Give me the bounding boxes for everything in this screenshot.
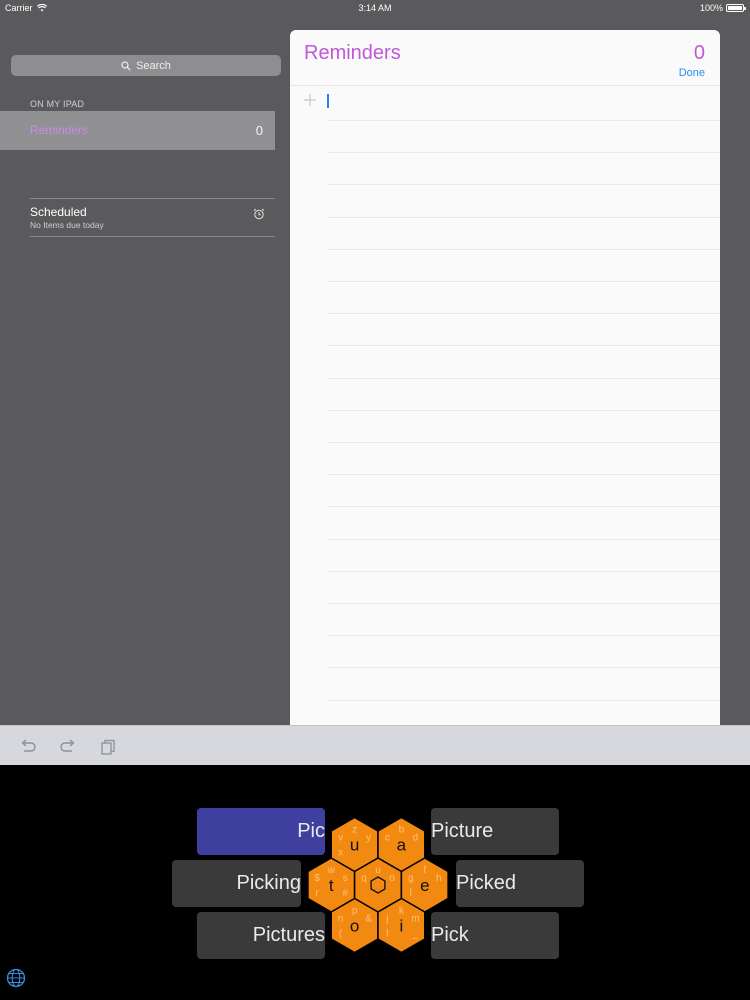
hex-key-alt-char: c [385,833,390,844]
ruled-line [328,378,720,379]
search-placeholder: Search [136,59,171,72]
hex-key-letter: t [329,876,334,895]
shortcut-toolbar [0,725,750,765]
text-cursor [327,94,329,108]
ruled-line [328,217,720,218]
plus-icon[interactable] [302,92,318,108]
hex-key-alt-char: q [361,873,367,884]
hex-key-alt-char: o [389,873,395,884]
hex-key-alt-char: x [338,848,343,859]
globe-icon[interactable] [6,968,26,988]
scheduled-title: Scheduled [30,205,87,219]
list-count: 0 [255,123,263,138]
ruled-line [328,667,720,668]
undo-icon[interactable] [19,739,37,755]
hex-key-alt-char: $ [314,873,320,884]
ruled-line [328,506,720,507]
hex-key-cluster: zv yx ubc daw$ sr #tuq ofg hl epn &(okj ml _i [307,816,449,954]
hex-key-alt-char: f [423,865,426,876]
ruled-line [328,635,720,636]
hex-key-alt-char: z [352,825,357,836]
list-name: Reminders [30,123,89,137]
hex-key-alt-char: v [338,833,343,844]
ruled-line [328,603,720,604]
hex-key-alt-char: # [342,888,348,899]
ruled-line [328,410,720,411]
hex-key-alt-char: l [386,929,388,940]
hex-key-alt-char: b [399,825,405,836]
ruled-line [328,184,720,185]
ruled-line [328,345,720,346]
divider [290,85,720,86]
sidebar-item-scheduled[interactable]: Scheduled No Items due today [30,205,275,235]
reminder-count: 0 [693,42,705,64]
section-header-on-my-ipad: ON MY IPAD [30,99,85,109]
hex-key-letter: e [420,876,429,895]
hex-key-letter: u [350,836,359,855]
hex-key-alt-char: _ [412,929,419,940]
hex-key-alt-char: u [375,865,381,876]
hex-key-alt-char: p [352,906,358,917]
ruled-line [328,571,720,572]
hex-key-alt-char: w [327,865,336,876]
battery-status: 100% [699,3,746,13]
battery-icon [726,4,746,12]
status-time: 3:14 AM [358,3,392,13]
ruled-line [328,249,720,250]
search-icon [121,60,131,71]
hex-key-alt-char: s [343,873,348,884]
ruled-line [328,700,720,701]
alarm-clock-icon [253,208,265,220]
sidebar-item-reminders[interactable]: Reminders 0 [0,111,275,150]
redo-icon[interactable] [59,739,77,755]
ruled-line [328,281,720,282]
status-bar: Carrier 3:14 AM 100% [0,0,750,16]
paste-icon[interactable] [99,739,117,755]
ruled-line [328,474,720,475]
hex-key-letter: a [397,836,407,855]
scheduled-subtitle: No Items due today [30,220,104,230]
ruled-line [328,120,720,121]
battery-percent: 100% [699,3,723,13]
ruled-line [328,442,720,443]
ruled-line [328,539,720,540]
hex-key-letter: i [400,917,404,936]
hex-key-alt-char: m [411,914,419,925]
hex-keyboard: Pic Picking Pictures Picture Picked Pick… [0,765,750,1000]
done-button[interactable]: Done [679,67,705,79]
hex-key-alt-char: & [365,914,372,925]
hex-key-letter: o [350,917,359,936]
hex-key-alt-char: g [408,873,414,884]
divider [30,198,275,199]
divider [30,236,275,237]
search-field[interactable]: Search [11,55,281,76]
hex-key-alt-char: d [413,833,419,844]
reminders-card: Reminders 0 Done [290,30,720,730]
hex-key-alt-char: h [436,873,442,884]
page-title: Reminders [304,42,401,64]
ruled-line [328,313,720,314]
hex-key-alt-char: j [385,914,388,925]
hex-key-alt-char: n [338,914,344,925]
hex-key-alt-char: l [410,888,412,899]
hex-key-alt-char: y [366,833,371,844]
ruled-line [328,152,720,153]
